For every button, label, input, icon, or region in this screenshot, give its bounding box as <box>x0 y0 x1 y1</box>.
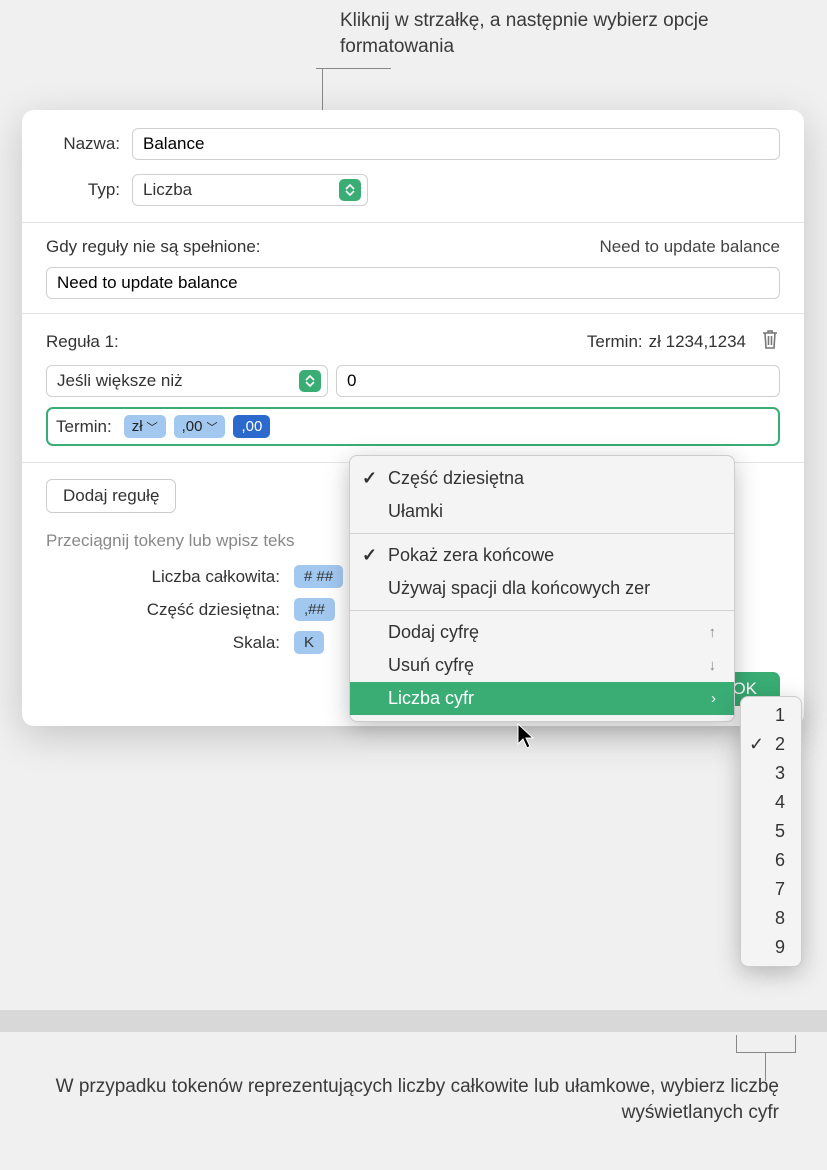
name-input[interactable] <box>132 128 780 160</box>
type-select-value: Liczba <box>143 180 192 200</box>
menu-separator <box>350 533 734 534</box>
check-icon: ✓ <box>362 468 377 489</box>
type-label: Typ: <box>46 180 132 200</box>
up-arrow-icon: ↑ <box>709 624 717 641</box>
cursor-icon <box>516 722 538 755</box>
menu-fractions[interactable]: Ułamki <box>350 495 734 528</box>
menu-space-trailing-zeros[interactable]: Używaj spacji dla końcowych zer <box>350 572 734 605</box>
menu-remove-digit[interactable]: Usuń cyfrę ↓ <box>350 649 734 682</box>
menu-separator <box>350 610 734 611</box>
scale-token[interactable]: K <box>294 631 324 654</box>
digit-count-submenu: 1 ✓2 3 4 5 6 7 8 9 <box>740 696 802 967</box>
background-strip <box>0 1010 827 1032</box>
decimal-token-label: Część dziesiętna: <box>46 600 294 620</box>
submenu-item-5[interactable]: 5 <box>741 817 801 846</box>
callout-top: Kliknij w strzałkę, a następnie wybierz … <box>340 8 827 59</box>
type-select[interactable]: Liczba <box>132 174 368 206</box>
decimal-token[interactable]: ,## <box>294 598 335 621</box>
submenu-item-8[interactable]: 8 <box>741 904 801 933</box>
termin-preview-label: Termin: <box>587 332 643 352</box>
submenu-item-6[interactable]: 6 <box>741 846 801 875</box>
condition-select-value: Jeśli większe niż <box>57 371 183 391</box>
rule1-label: Reguła 1: <box>46 332 119 352</box>
updown-icon <box>299 370 321 392</box>
token-decimal-1[interactable]: ,00﹀ <box>174 415 226 438</box>
check-icon: ✓ <box>749 734 764 755</box>
submenu-item-7[interactable]: 7 <box>741 875 801 904</box>
termin-format-row[interactable]: Termin: zł﹀ ,00﹀ ,00 <box>46 407 780 446</box>
condition-value-input[interactable] <box>336 365 780 397</box>
condition-select[interactable]: Jeśli większe niż <box>46 365 328 397</box>
rules-fail-label: Gdy reguły nie są spełnione: <box>46 237 261 257</box>
callout-bracket <box>736 1035 796 1053</box>
submenu-item-9[interactable]: 9 <box>741 933 801 962</box>
menu-show-trailing-zeros[interactable]: ✓ Pokaż zera końcowe <box>350 539 734 572</box>
rules-fail-preview: Need to update balance <box>599 237 780 257</box>
chevron-down-icon: ﹀ <box>147 419 158 435</box>
integer-token-label: Liczba całkowita: <box>46 567 294 587</box>
callout-bottom: W przypadku tokenów reprezentujących lic… <box>0 1074 779 1125</box>
chevron-right-icon: › <box>711 690 716 707</box>
token-decimal-2[interactable]: ,00 <box>233 415 270 438</box>
submenu-item-2[interactable]: ✓2 <box>741 730 801 759</box>
scale-token-label: Skala: <box>46 633 294 653</box>
rules-fail-input[interactable] <box>46 267 780 299</box>
termin-preview: zł 1234,1234 <box>649 332 746 352</box>
chevron-down-icon: ﹀ <box>206 419 217 435</box>
menu-decimal-part[interactable]: ✓ Część dziesiętna <box>350 462 734 495</box>
integer-token[interactable]: # ## <box>294 565 343 588</box>
submenu-item-4[interactable]: 4 <box>741 788 801 817</box>
token-currency[interactable]: zł﹀ <box>124 415 166 438</box>
name-label: Nazwa: <box>46 134 132 154</box>
submenu-item-3[interactable]: 3 <box>741 759 801 788</box>
add-rule-button[interactable]: Dodaj regułę <box>46 479 176 513</box>
submenu-item-1[interactable]: 1 <box>741 701 801 730</box>
token-context-menu: ✓ Część dziesiętna Ułamki ✓ Pokaż zera k… <box>349 455 735 722</box>
check-icon: ✓ <box>362 545 377 566</box>
menu-digit-count[interactable]: Liczba cyfr › <box>350 682 734 715</box>
termin-field-label: Termin: <box>56 417 112 437</box>
down-arrow-icon: ↓ <box>709 657 717 674</box>
menu-add-digit[interactable]: Dodaj cyfrę ↑ <box>350 616 734 649</box>
trash-icon[interactable] <box>760 328 780 355</box>
updown-icon <box>339 179 361 201</box>
